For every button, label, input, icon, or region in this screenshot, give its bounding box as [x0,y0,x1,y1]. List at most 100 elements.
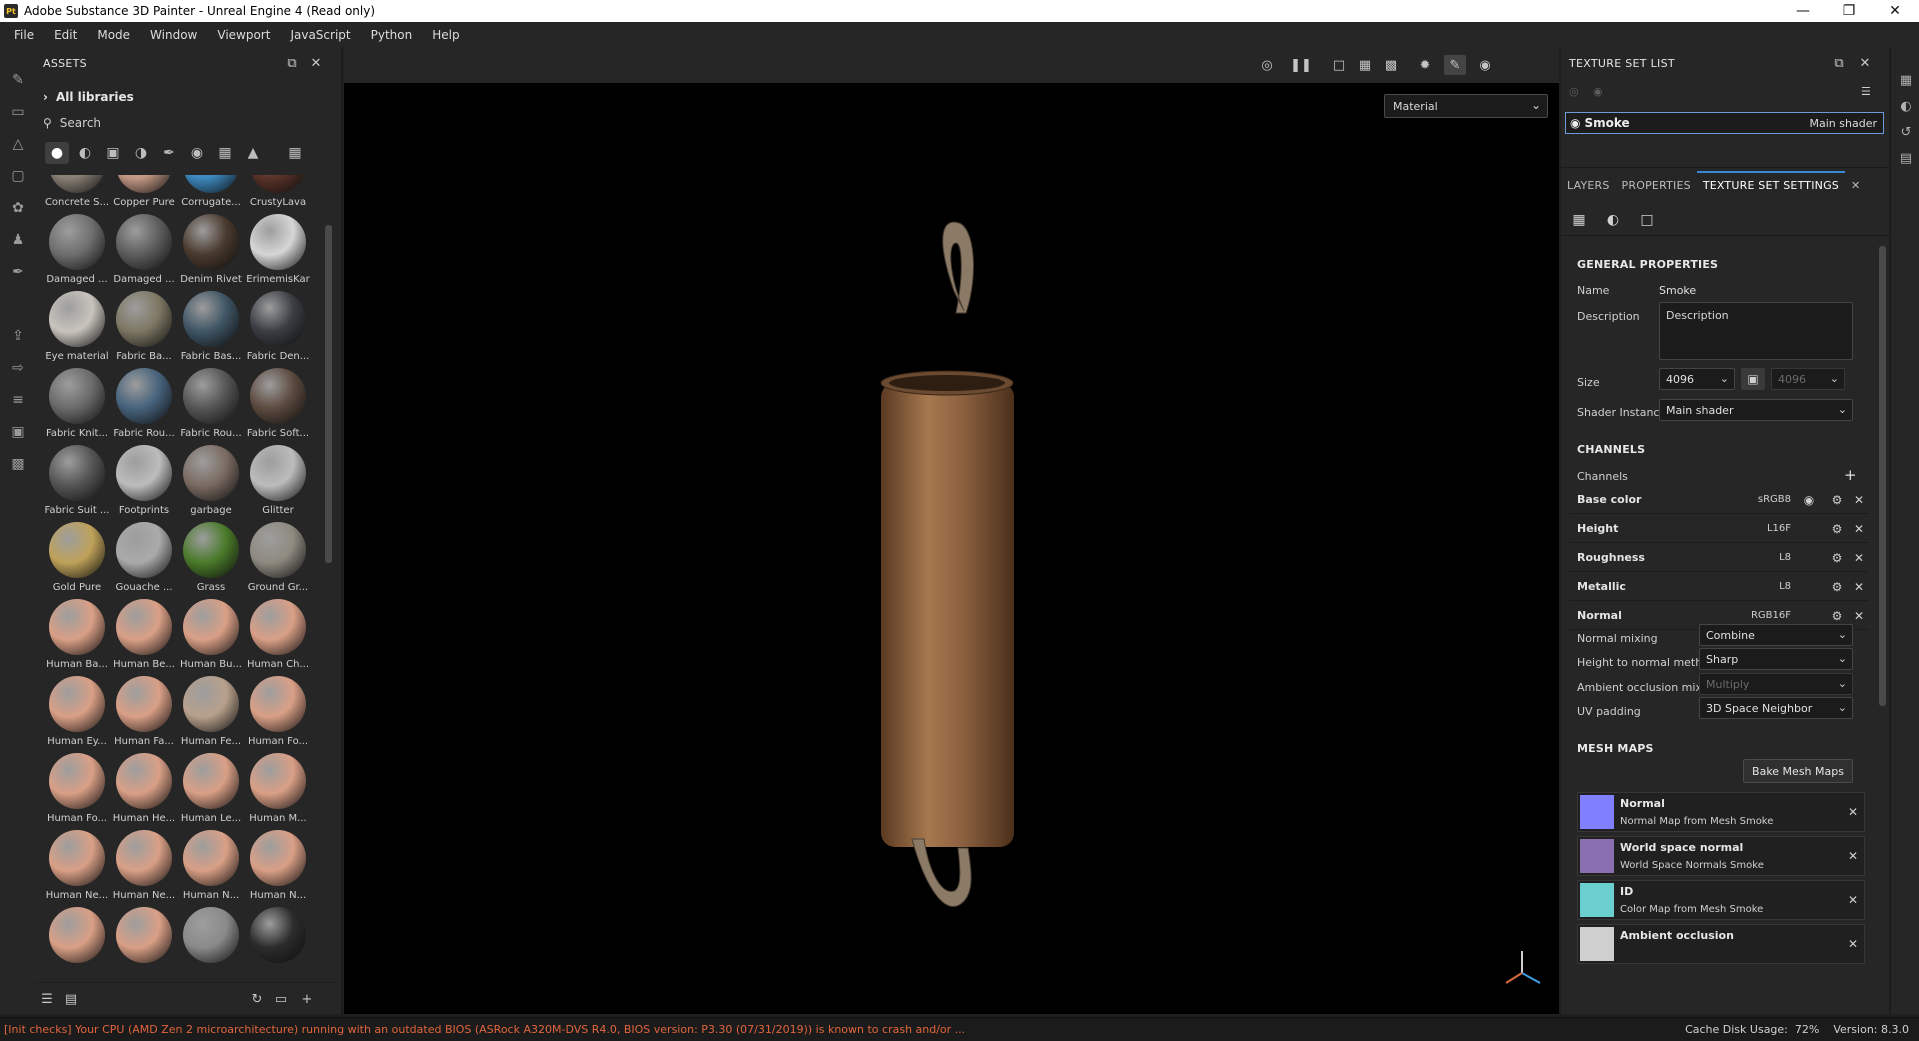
menu-window[interactable]: Window [140,28,207,42]
remove-mesh-map-icon[interactable]: ✕ [1848,805,1858,819]
tab-layers[interactable]: LAYERS [1561,179,1616,200]
size-select[interactable]: 4096 ⌄ [1659,368,1735,390]
search-input[interactable]: ⚲ Search [43,113,333,133]
smudge-icon[interactable]: ✿ [9,199,27,217]
asset-tile[interactable]: Gold Pure [43,522,111,600]
remove-mesh-map-icon[interactable]: ✕ [1848,893,1858,907]
channel-format[interactable]: L16F [1767,523,1791,534]
viewport-3d[interactable]: Material ⌄ [344,83,1559,1014]
minimize-icon[interactable]: — [1780,0,1826,22]
mesh-map-row[interactable]: Ambient occlusion ✕ [1577,924,1865,964]
menu-javascript[interactable]: JavaScript [280,28,360,42]
asset-tile[interactable]: Human Ne... [110,830,178,908]
asset-tile[interactable]: Denim Rivet [177,214,245,292]
gear-icon[interactable]: ⚙ [1829,608,1845,624]
asset-tile[interactable]: Human Ba... [43,599,111,677]
smart-materials-filter-icon[interactable]: ◐ [73,142,97,164]
bake-mesh-maps-button[interactable]: Bake Mesh Maps [1743,759,1853,783]
asset-tile[interactable]: CrustyLava [244,175,312,215]
alphas-filter-icon[interactable]: ◉ [185,142,209,164]
grid-view-icon[interactable]: ▦ [283,142,307,164]
mesh-map-row[interactable]: World space normal World Space Normals Sm… [1577,836,1865,876]
gear-icon[interactable]: ⚙ [1829,521,1845,537]
asset-tile[interactable]: Human Le... [177,753,245,831]
shader-instance-select[interactable]: Main shader ⌄ [1659,399,1853,421]
menu-viewport[interactable]: Viewport [207,28,280,42]
picker-icon[interactable]: ✒ [9,263,27,281]
channel-row[interactable]: Height L16F ⚙ ✕ [1569,515,1869,543]
channel-format[interactable]: L8 [1779,581,1791,592]
mesh-map-row[interactable]: ID Color Map from Mesh Smoke ✕ [1577,880,1865,920]
asset-tile[interactable]: Human Fe... [177,676,245,754]
asset-tile[interactable]: Copper Pure [110,175,178,215]
asset-tile[interactable] [43,907,111,985]
menu-mode[interactable]: Mode [87,28,140,42]
3d-view-icon[interactable]: ▦ [1354,55,1376,75]
tab-texture-set-settings[interactable]: TEXTURE SET SETTINGS [1696,171,1845,200]
import-icon[interactable]: ▭ [273,991,289,1007]
asset-tile[interactable]: ErimemisKar [244,214,312,292]
paint-brush-icon[interactable]: ✎ [9,71,27,89]
library-selector[interactable]: › All libraries [43,87,134,107]
asset-tile[interactable]: Concrete S... [43,175,111,215]
materials-filter-icon[interactable]: ● [45,142,69,164]
asset-tile[interactable]: Corrugate... [177,175,245,215]
texture-set-list-icon[interactable]: ▦ [1897,71,1915,89]
asset-tile[interactable]: Human Ch... [244,599,312,677]
filter-options-icon[interactable]: ▤ [63,991,79,1007]
name-value[interactable]: Smoke [1659,284,1696,297]
undock-icon[interactable]: ⧉ [284,55,300,71]
remove-mesh-map-icon[interactable]: ✕ [1848,937,1858,951]
history-icon[interactable]: ↺ [1897,123,1915,141]
remove-channel-icon[interactable]: ✕ [1851,579,1867,595]
projection-icon[interactable]: △ [9,135,27,153]
undock-icon[interactable]: ⧉ [1831,55,1847,71]
close-panel-icon[interactable]: ✕ [1857,55,1873,71]
color-profile-icon[interactable]: ◉ [1801,492,1817,508]
asset-tile[interactable]: Human Fo... [244,676,312,754]
add-icon[interactable]: + [299,991,315,1007]
settings-scrollbar[interactable] [1879,246,1886,706]
clone-icon[interactable]: ♟ [9,231,27,249]
asset-tile[interactable]: Human Ne... [43,830,111,908]
remove-channel-icon[interactable]: ✕ [1851,550,1867,566]
eye-icon[interactable]: ◉ [1593,85,1603,98]
status-message[interactable]: [Init checks] Your CPU (AMD Zen 2 microa… [4,1023,965,1036]
remove-channel-icon[interactable]: ✕ [1851,608,1867,624]
add-channel-icon[interactable]: + [1844,466,1857,484]
uv-padding-select[interactable]: 3D Space Neighbor ⌄ [1699,697,1853,719]
export-icon[interactable]: ⇨ [9,359,27,377]
eye-icon[interactable]: ◉ [1570,116,1580,130]
refresh-icon[interactable]: ↻ [249,991,265,1007]
asset-tile[interactable]: Human Fo... [43,753,111,831]
menu-file[interactable]: File [4,28,44,42]
mesh-map-row[interactable]: Normal Normal Map from Mesh Smoke ✕ [1577,792,1865,832]
screenshot-icon[interactable]: ◉ [1474,55,1496,75]
menu-icon[interactable]: ☰ [1861,85,1871,98]
log-icon[interactable]: ▤ [1897,149,1915,167]
visibility-off-icon[interactable]: ◎ [1569,85,1579,98]
asset-tile[interactable]: Fabric Suit ... [43,445,111,523]
material-ball-icon[interactable]: ◐ [1603,210,1623,230]
box-icon[interactable]: ▩ [9,455,27,473]
channel-format[interactable]: RGB16F [1751,610,1791,621]
remove-channel-icon[interactable]: ✕ [1851,492,1867,508]
menu-python[interactable]: Python [361,28,423,42]
remove-mesh-map-icon[interactable]: ✕ [1848,849,1858,863]
asset-tile[interactable]: Human N... [244,830,312,908]
channel-row[interactable]: Base color sRGB8 ◉ ⚙ ✕ [1569,486,1869,514]
asset-tile[interactable]: Human Bu... [177,599,245,677]
asset-tile[interactable]: Eye material [43,291,111,369]
texture-set-icon[interactable]: ▦ [1569,210,1589,230]
asset-tile[interactable] [177,907,245,985]
close-icon[interactable]: ✕ [1872,0,1918,22]
grunges-filter-icon[interactable]: ▦ [213,142,237,164]
menu-help[interactable]: Help [422,28,469,42]
paint-mode-icon[interactable]: ✎ [1444,55,1466,75]
camera-icon[interactable]: ▩ [1380,55,1402,75]
height-normal-select[interactable]: Sharp ⌄ [1699,648,1853,670]
asset-tile[interactable]: Ground Gr... [244,522,312,600]
texture-set-row[interactable]: ◉ Smoke Main shader [1565,112,1884,134]
asset-tile[interactable]: garbage [177,445,245,523]
asset-tile[interactable]: Grass [177,522,245,600]
